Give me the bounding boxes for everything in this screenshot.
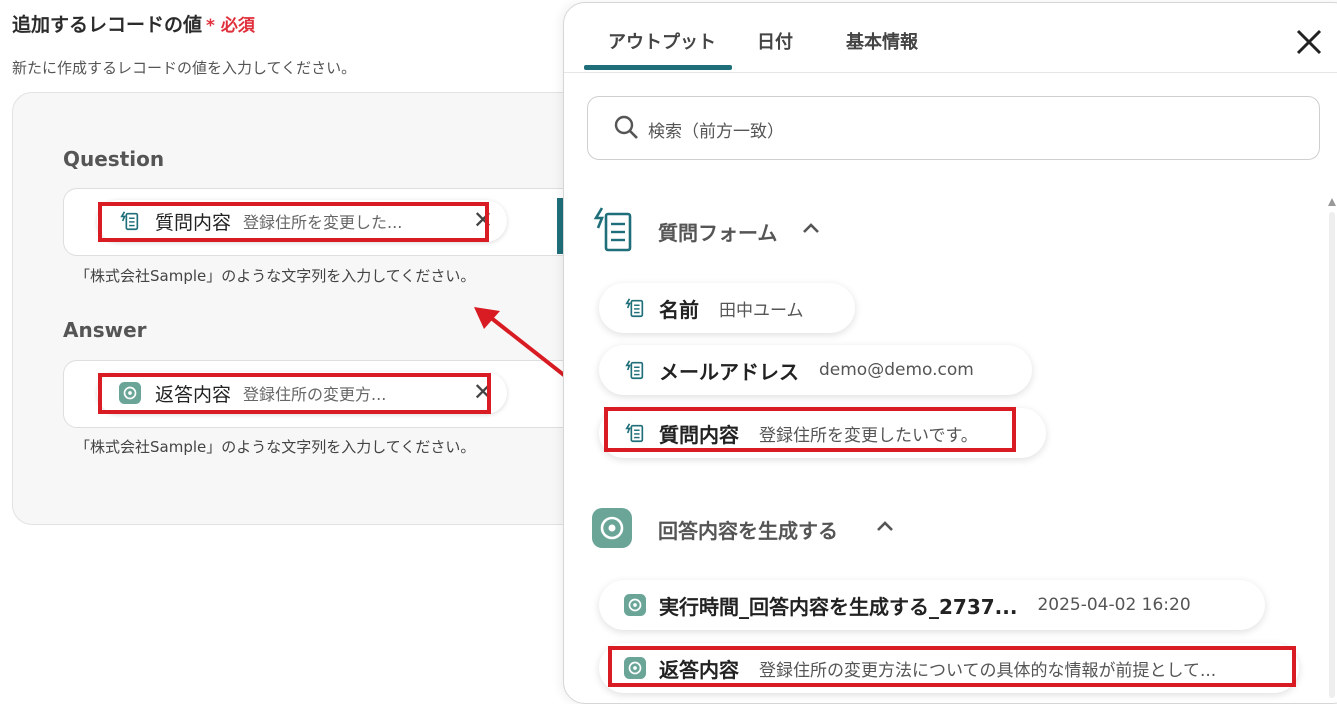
item-value: 2025-04-02 16:20	[1037, 595, 1191, 615]
chevron-up-icon[interactable]	[876, 520, 894, 536]
group-title-question-form[interactable]: 質問フォーム	[658, 217, 777, 246]
tab-date[interactable]: 日付	[757, 28, 793, 54]
form-icon	[119, 210, 141, 232]
answer-variable-chip[interactable]: 返答内容 登録住所の変更方... ✕	[97, 372, 507, 414]
output-item-question[interactable]: 質問内容 登録住所を変更したいです。	[599, 408, 1046, 458]
form-icon	[623, 421, 647, 445]
item-key: メールアドレス	[659, 359, 799, 384]
scrollbar[interactable]	[1328, 198, 1336, 698]
question-hint: 「株式会社Sample」のような文字列を入力してください。	[75, 267, 476, 285]
output-item-name[interactable]: 名前 田中ユーム	[599, 283, 855, 333]
remove-chip-icon[interactable]: ✕	[473, 208, 493, 232]
section-title-text: 追加するレコードの値	[12, 14, 203, 36]
item-value: 登録住所の変更方法についての具体的な情報が前提として...	[759, 660, 1217, 681]
active-tab-indicator	[584, 65, 732, 70]
question-label: Question	[63, 147, 165, 171]
chip-key: 質問内容	[155, 211, 232, 234]
item-key: 名前	[659, 297, 699, 322]
item-value: 田中ユーム	[719, 300, 804, 321]
ai-icon	[119, 382, 141, 404]
ai-icon	[592, 508, 632, 548]
required-asterisk: *	[206, 16, 215, 36]
close-icon[interactable]	[1292, 25, 1326, 59]
search-input[interactable]: 検索（前方一致）	[587, 96, 1320, 160]
tab-output[interactable]: アウトプット	[608, 28, 716, 54]
item-value: 登録住所を変更したいです。	[759, 425, 978, 446]
panel-tabs: アウトプット 日付 基本情報	[564, 3, 1337, 73]
item-key: 実行時間_回答内容を生成する_2737...	[659, 594, 1018, 619]
item-key: 返答内容	[659, 657, 739, 682]
output-item-answer[interactable]: 返答内容 登録住所の変更方法についての具体的な情報が前提として...	[599, 643, 1299, 693]
variable-picker-panel: アウトプット 日付 基本情報 検索（前方一致） 質問フォーム 名前 田中ユーム	[563, 2, 1337, 704]
required-label: 必須	[220, 16, 255, 36]
chip-key: 返答内容	[155, 383, 232, 406]
question-variable-chip[interactable]: 質問内容 登録住所を変更した... ✕	[97, 200, 507, 242]
chip-value: 登録住所の変更方...	[243, 385, 387, 404]
item-value: demo@demo.com	[819, 360, 974, 380]
ai-icon	[623, 656, 647, 680]
form-icon	[623, 296, 647, 320]
output-item-email[interactable]: メールアドレス demo@demo.com	[599, 345, 1032, 395]
form-icon	[593, 207, 632, 252]
section-title: 追加するレコードの値 * 必須	[12, 10, 255, 37]
search-icon	[614, 115, 638, 139]
ai-icon	[623, 593, 647, 617]
chip-value: 登録住所を変更した...	[243, 213, 403, 232]
search-placeholder: 検索（前方一致）	[648, 122, 784, 142]
form-icon	[623, 358, 647, 382]
answer-label: Answer	[63, 318, 147, 342]
chevron-up-icon[interactable]	[802, 222, 820, 238]
required-mark: * 必須	[206, 16, 255, 36]
item-key: 質問内容	[659, 422, 739, 447]
section-description: 新たに作成するレコードの値を入力してください。	[12, 59, 357, 77]
tab-basic-info[interactable]: 基本情報	[846, 28, 918, 54]
output-item-execution-time[interactable]: 実行時間_回答内容を生成する_2737... 2025-04-02 16:20	[599, 580, 1265, 630]
group-title-generate-answer[interactable]: 回答内容を生成する	[658, 515, 838, 544]
answer-hint: 「株式会社Sample」のような文字列を入力してください。	[75, 438, 476, 456]
